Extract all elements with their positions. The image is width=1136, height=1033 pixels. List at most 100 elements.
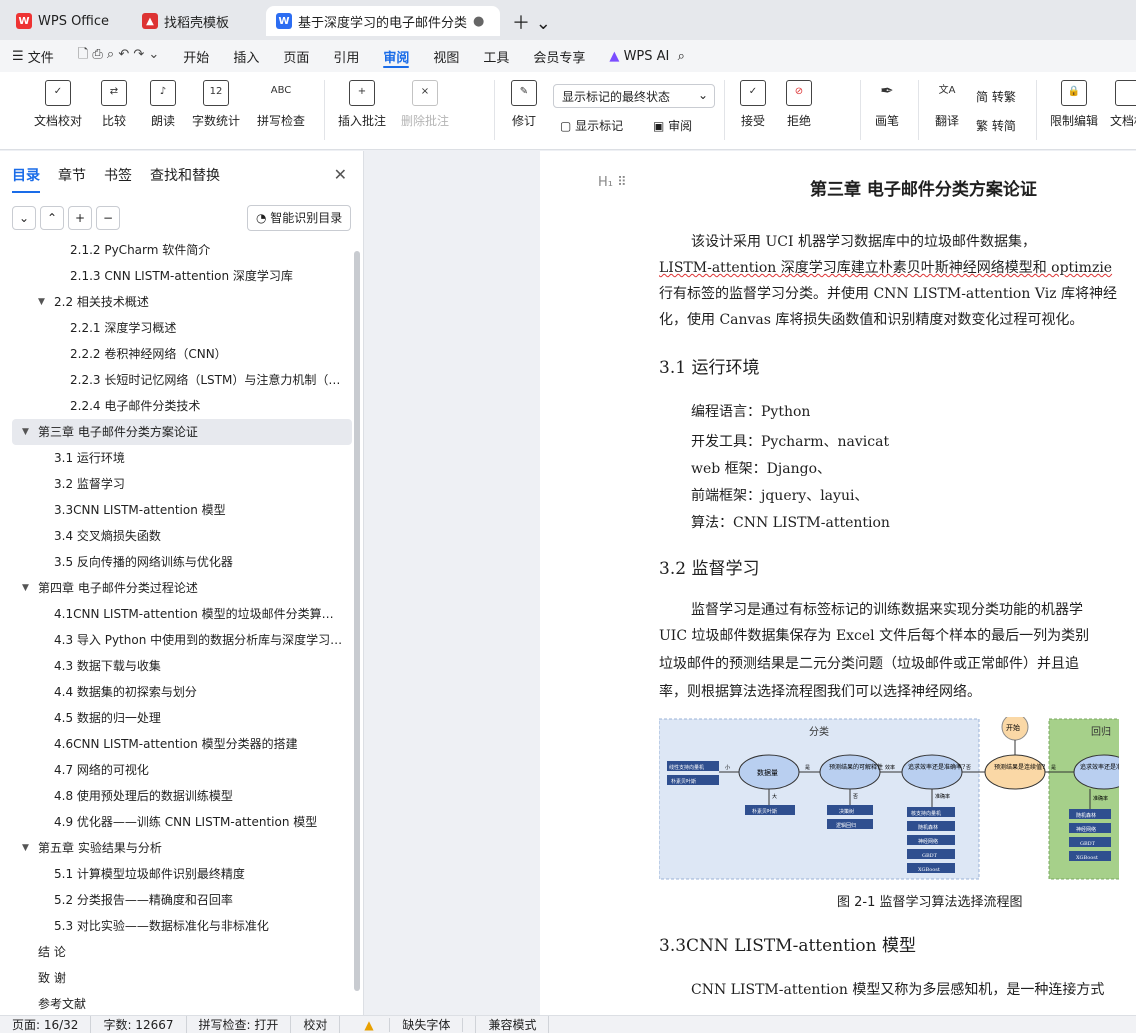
toc-item[interactable]: 3.2 监督学习 [0,471,352,497]
read-aloud-button[interactable]: ♪ 朗读 [146,80,180,129]
dot-icon[interactable]: ● [473,14,484,29]
heading-handle-icon[interactable]: H₁ ⠿ [598,175,627,190]
menu-view[interactable]: 视图 [421,40,471,72]
toc-item[interactable]: 4.3 导入 Python 中使用到的数据分析库与深度学习… [0,627,352,653]
menu-review[interactable]: 审阅 [371,40,421,72]
word-count[interactable]: 字数: 12667 [91,1016,187,1033]
tab-find-replace[interactable]: 查找和替换 [150,165,220,193]
quick-tools-icon[interactable]: 🗋 ⎙ ⌕ ↶ ↷ ⌄ [66,40,171,72]
page-indicator[interactable]: 页面: 16/32 [0,1016,92,1033]
toc-item[interactable]: 4.9 优化器——训练 CNN LISTM-attention 模型 [0,809,352,835]
track-changes-button[interactable]: ✎ 修订 [506,80,542,129]
to-traditional-button[interactable]: 简 转繁 [976,88,1016,105]
show-markup-button[interactable]: ▢ 显示标记 [560,117,623,134]
toc-item[interactable]: 3.5 反向传播的网络训练与优化器 [0,549,352,575]
markup-state-select[interactable]: 显示标记的最终状态 ⌄ [553,84,715,108]
toc-item[interactable]: 5.3 对比实验——数据标准化与非标准化 [0,913,352,939]
expand-caret-icon[interactable]: ▼ [22,835,29,861]
toc-item[interactable]: 结 论 [0,939,352,965]
toc-item[interactable]: 3.4 交叉熵损失函数 [0,523,352,549]
tab-bookmark[interactable]: 书签 [104,165,132,193]
missing-font-status[interactable]: ▲ 缺失字体 [340,1016,477,1033]
wps-logo-icon: W [16,13,32,29]
proofread-status[interactable]: 校对 [291,1016,341,1033]
menu-file[interactable]: ☰ 文件 [0,40,66,72]
toc-item-label: 4.1CNN LISTM-attention 模型的垃圾邮件分类算… [54,607,334,621]
tab-chapter[interactable]: 章节 [58,165,86,193]
menu-home[interactable]: 开始 [171,40,221,72]
toc-item-label: 第三章 电子邮件分类方案论证 [38,425,198,439]
toc-item[interactable]: 2.2.2 卷积神经网络（CNN） [0,341,352,367]
tab-template[interactable]: ▲ 找稻壳模板 [132,6,260,36]
toc-item[interactable]: ▼ 第五章 实验结果与分析 [0,835,352,861]
toc-item[interactable]: 2.2.4 电子邮件分类技术 [0,393,352,419]
tab-document[interactable]: W 基于深度学习的电子邮件分类 ● [266,6,500,36]
menu-reference[interactable]: 引用 [321,40,371,72]
menu-tools[interactable]: 工具 [471,40,521,72]
toc-item[interactable]: 2.2.3 长短时记忆网络（LSTM）与注意力机制（… [0,367,352,393]
toc-item[interactable]: 参考文献 [0,991,352,1017]
tab-wps-office[interactable]: W WPS Office [6,6,124,36]
translate-button[interactable]: 文A 翻译 [930,80,964,129]
review-pane-button[interactable]: ▣ 审阅 [653,117,692,134]
menu-page[interactable]: 页面 [271,40,321,72]
collapse-up-button[interactable]: ⌃ [40,206,64,230]
section-heading: 3.3CNN LISTM-attention 模型 [659,936,917,956]
tab-label: WPS Office [38,13,110,29]
pen-button[interactable]: ✒ 画笔 [872,80,902,129]
menu-member[interactable]: 会员专享 [521,40,597,72]
toc-item[interactable]: ▼ 2.2 相关技术概述 [0,289,352,315]
toc-item-label: 5.2 分类报告——精确度和召回率 [54,893,233,907]
proofread-button[interactable]: ✓ 文档校对 [28,80,88,129]
menu-insert[interactable]: 插入 [221,40,271,72]
toc-item[interactable]: 5.1 计算模型垃圾邮件识别最终精度 [0,861,352,887]
remove-heading-button[interactable]: − [96,206,120,230]
spell-check-button[interactable]: ABC 拼写检查 [250,80,312,129]
toc-item[interactable]: 2.1.2 PyCharm 软件简介 [0,237,352,263]
toc-item[interactable]: 2.2.1 深度学习概述 [0,315,352,341]
toc-item[interactable]: 4.8 使用预处理后的数据训练模型 [0,783,352,809]
status-bar: 页面: 16/32 字数: 12667 拼写检查: 打开 校对 ▲ 缺失字体 兼… [0,1015,1136,1033]
toc-item[interactable]: 3.3CNN LISTM-attention 模型 [0,497,352,523]
toc-item[interactable]: 4.1CNN LISTM-attention 模型的垃圾邮件分类算… [0,601,352,627]
menu-wps-ai[interactable]: ▲ WPS AI ⌕ [597,40,697,72]
insert-comment-button[interactable]: + 插入批注 [336,80,388,129]
expand-caret-icon[interactable]: ▼ [22,575,29,601]
toc-item[interactable]: 4.3 数据下载与收集 [0,653,352,679]
smart-icon: ◔ [256,211,271,225]
scrollbar[interactable] [354,251,360,991]
add-heading-button[interactable]: + [68,206,92,230]
restrict-editing-button[interactable]: 🔒 限制编辑 [1048,80,1100,129]
toc-item[interactable]: 3.1 运行环境 [0,445,352,471]
doc-permission-button[interactable]: 文档权 [1108,80,1136,129]
divider [918,80,919,140]
compare-button[interactable]: ⇄ 比较 [96,80,132,129]
to-simplified-button[interactable]: 繁 转简 [976,117,1016,134]
tab-toc[interactable]: 目录 [12,165,40,193]
flow-box-label: GBDT [1080,841,1096,847]
comment-delete-icon: × [412,80,438,106]
spell-check-status[interactable]: 拼写检查: 打开 [187,1016,292,1033]
toc-item[interactable]: 5.2 分类报告——精确度和召回率 [0,887,352,913]
compat-mode-status[interactable]: 兼容模式 [476,1016,550,1033]
accept-button[interactable]: ✓ 接受 [736,80,770,129]
nav-tabs: 目录 章节 书签 查找和替换 [12,165,238,193]
toc-item[interactable]: ▼ 第四章 电子邮件分类过程论述 [0,575,352,601]
reject-button[interactable]: ⊘ 拒绝 [782,80,816,129]
delete-comment-button[interactable]: × 删除批注 [396,80,454,129]
toc-item[interactable]: 4.7 网络的可视化 [0,757,352,783]
toc-item[interactable]: ▼ 第三章 电子邮件分类方案论证 [12,419,352,445]
label: 限制编辑 [1049,114,1098,128]
toc-item[interactable]: 2.1.3 CNN LISTM-attention 深度学习库 [0,263,352,289]
toc-item[interactable]: 4.6CNN LISTM-attention 模型分类器的搭建 [0,731,352,757]
expand-caret-icon[interactable]: ▼ [22,419,29,445]
toc-item[interactable]: 4.5 数据的归一处理 [0,705,352,731]
smart-toc-button[interactable]: ◔ 智能识别目录 [247,205,351,231]
word-count-button[interactable]: 12 字数统计 [190,80,242,129]
collapse-down-button[interactable]: ⌄ [12,206,36,230]
new-tab-icon[interactable]: ＋ ⌄ [512,9,551,35]
close-icon[interactable]: ✕ [334,165,347,184]
toc-item[interactable]: 致 谢 [0,965,352,991]
expand-caret-icon[interactable]: ▼ [38,289,45,315]
toc-item[interactable]: 4.4 数据集的初探索与划分 [0,679,352,705]
